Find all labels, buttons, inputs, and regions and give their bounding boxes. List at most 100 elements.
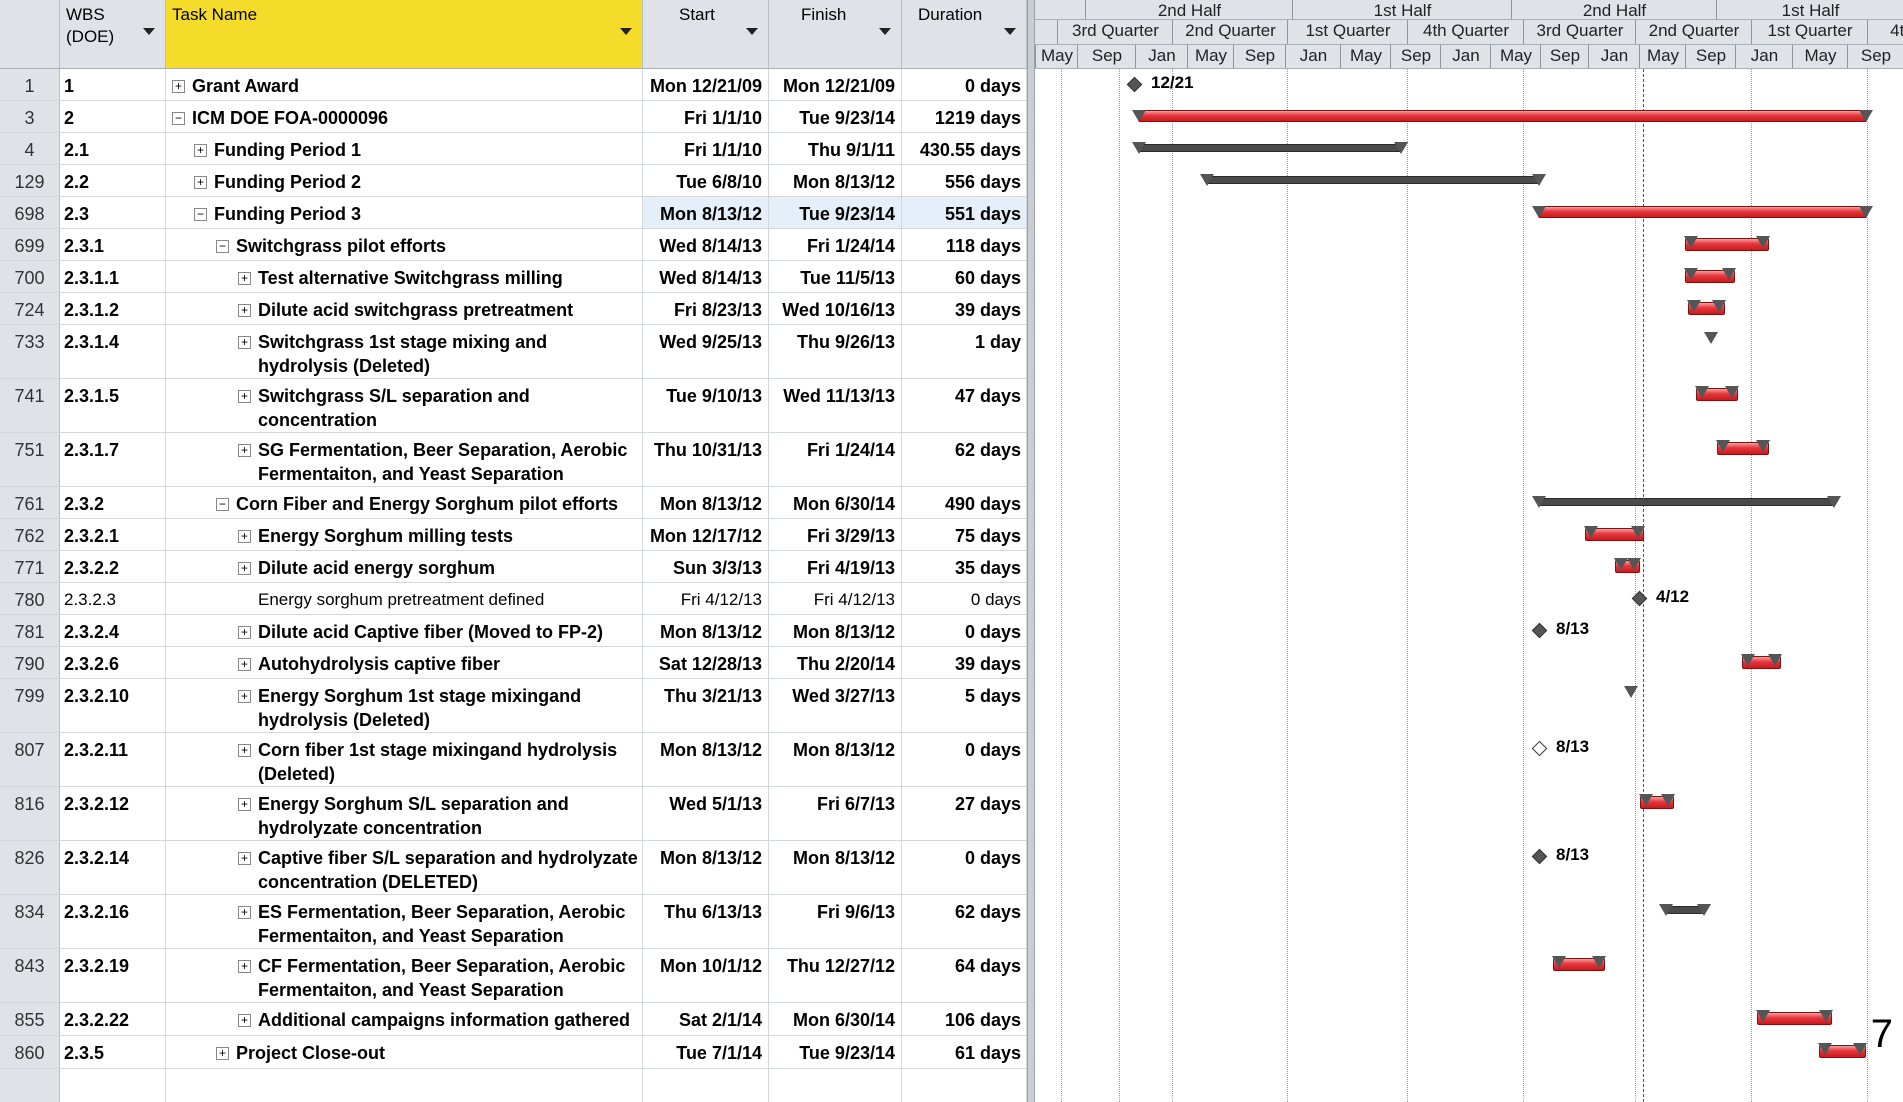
- row-id[interactable]: 762: [0, 519, 60, 550]
- summary-bar-funding-period-3-end-cap[interactable]: [1859, 206, 1873, 218]
- task-row-799[interactable]: 799 2.3.2.10 + Energy Sorghum 1st stage …: [0, 679, 1027, 733]
- finish-cell[interactable]: Tue 9/23/14: [769, 1036, 902, 1068]
- row-id[interactable]: 816: [0, 787, 60, 840]
- view-splitter[interactable]: [1027, 0, 1035, 1102]
- task-row-816[interactable]: 816 2.3.2.12 + Energy Sorghum S/L separa…: [0, 787, 1027, 841]
- task-name-filter-dropdown-icon[interactable]: [620, 28, 632, 35]
- finish-cell[interactable]: Thu 12/27/12: [769, 949, 902, 1002]
- finish-cell[interactable]: Fri 4/19/13: [769, 551, 902, 582]
- expand-icon[interactable]: +: [238, 852, 251, 865]
- task-name-cell[interactable]: + Energy Sorghum 1st stage mixingand hyd…: [166, 679, 643, 732]
- duration-cell[interactable]: 61 days: [902, 1036, 1027, 1068]
- task-name-cell[interactable]: + Switchgrass 1st stage mixing and hydro…: [166, 325, 643, 378]
- task-name-cell[interactable]: + Corn fiber 1st stage mixingand hydroly…: [166, 733, 643, 786]
- summary-bar-funding-period-2-end-cap[interactable]: [1532, 174, 1546, 186]
- wbs-cell[interactable]: 2.3.2: [60, 487, 166, 518]
- finish-cell[interactable]: Tue 11/5/13: [769, 261, 902, 292]
- task-bar-751-start-cap[interactable]: [1716, 440, 1730, 452]
- finish-cell[interactable]: Tue 9/23/14: [769, 197, 902, 228]
- task-name-cell[interactable]: − ICM DOE FOA-0000096: [166, 101, 643, 132]
- column-header-wbs[interactable]: WBS (DOE): [60, 0, 166, 69]
- finish-cell[interactable]: Mon 8/13/12: [769, 165, 902, 196]
- row-id[interactable]: 855: [0, 1003, 60, 1035]
- row-id-header[interactable]: [0, 0, 60, 69]
- expand-icon[interactable]: +: [238, 960, 251, 973]
- task-row-751[interactable]: 751 2.3.1.7 + SG Fermentation, Beer Sepa…: [0, 433, 1027, 487]
- task-row-807[interactable]: 807 2.3.2.11 + Corn fiber 1st stage mixi…: [0, 733, 1027, 787]
- row-id[interactable]: 129: [0, 165, 60, 196]
- task-row-129[interactable]: 129 2.2 + Funding Period 2 Tue 6/8/10 Mo…: [0, 165, 1027, 197]
- wbs-cell[interactable]: 2.3.2.14: [60, 841, 166, 894]
- expand-icon[interactable]: +: [238, 390, 251, 403]
- task-bar-700-end-cap[interactable]: [1722, 268, 1736, 280]
- summary-bar-funding-period-1-start-cap[interactable]: [1132, 142, 1146, 154]
- summary-bar-icm[interactable]: [1138, 110, 1867, 122]
- finish-cell[interactable]: Fri 1/24/14: [769, 229, 902, 260]
- duration-cell[interactable]: 0 days: [902, 841, 1027, 894]
- task-row-781[interactable]: 781 2.3.2.4 + Dilute acid Captive fiber …: [0, 615, 1027, 647]
- wbs-cell[interactable]: 2.3.1.1: [60, 261, 166, 292]
- wbs-cell[interactable]: 2.3.2.11: [60, 733, 166, 786]
- task-row-780[interactable]: 780 2.3.2.3 Energy sorghum pretreatment …: [0, 583, 1027, 615]
- task-bar-771-end-cap[interactable]: [1627, 558, 1641, 570]
- duration-cell[interactable]: 62 days: [902, 433, 1027, 486]
- wbs-cell[interactable]: 2.3.2.16: [60, 895, 166, 948]
- wbs-cell[interactable]: 2.3.1: [60, 229, 166, 260]
- row-id[interactable]: 780: [0, 583, 60, 614]
- milestone-781[interactable]: [1531, 622, 1548, 639]
- wbs-cell[interactable]: 2.3: [60, 197, 166, 228]
- wbs-cell[interactable]: 1: [60, 69, 166, 100]
- start-cell[interactable]: Sat 12/28/13: [643, 647, 769, 678]
- task-row-733[interactable]: 733 2.3.1.4 + Switchgrass 1st stage mixi…: [0, 325, 1027, 379]
- start-cell[interactable]: Mon 12/21/09: [643, 69, 769, 100]
- start-cell[interactable]: Fri 1/1/10: [643, 133, 769, 164]
- row-id[interactable]: 733: [0, 325, 60, 378]
- task-bar-762-start-cap[interactable]: [1584, 526, 1598, 538]
- row-id[interactable]: 860: [0, 1036, 60, 1068]
- row-id[interactable]: 826: [0, 841, 60, 894]
- task-bar-855-end-cap[interactable]: [1819, 1010, 1833, 1022]
- start-cell[interactable]: Mon 12/17/12: [643, 519, 769, 550]
- summary-bar-icm-start-cap[interactable]: [1132, 110, 1146, 122]
- finish-cell[interactable]: Mon 6/30/14: [769, 1003, 902, 1035]
- task-row-761[interactable]: 761 2.3.2 − Corn Fiber and Energy Sorghu…: [0, 487, 1027, 519]
- start-cell[interactable]: Tue 6/8/10: [643, 165, 769, 196]
- duration-filter-dropdown-icon[interactable]: [1004, 28, 1016, 35]
- expand-icon[interactable]: +: [238, 744, 251, 757]
- finish-cell[interactable]: Fri 9/6/13: [769, 895, 902, 948]
- expand-icon[interactable]: +: [238, 562, 251, 575]
- duration-cell[interactable]: 0 days: [902, 583, 1027, 614]
- task-row-790[interactable]: 790 2.3.2.6 + Autohydrolysis captive fib…: [0, 647, 1027, 679]
- task-bar-860-start-cap[interactable]: [1818, 1043, 1832, 1055]
- row-id[interactable]: 698: [0, 197, 60, 228]
- duration-cell[interactable]: 60 days: [902, 261, 1027, 292]
- wbs-cell[interactable]: 2.3.2.4: [60, 615, 166, 646]
- start-cell[interactable]: Mon 8/13/12: [643, 487, 769, 518]
- task-bar-790-end-cap[interactable]: [1768, 654, 1782, 666]
- task-row-4[interactable]: 4 2.1 + Funding Period 1 Fri 1/1/10 Thu …: [0, 133, 1027, 165]
- task-bar-733-marker[interactable]: [1704, 332, 1718, 344]
- task-name-cell[interactable]: + Energy Sorghum milling tests: [166, 519, 643, 550]
- task-name-cell[interactable]: − Switchgrass pilot efforts: [166, 229, 643, 260]
- finish-cell[interactable]: Wed 10/16/13: [769, 293, 902, 324]
- collapse-icon[interactable]: −: [216, 240, 229, 253]
- task-bar-724-start-cap[interactable]: [1687, 300, 1701, 312]
- expand-icon[interactable]: +: [238, 530, 251, 543]
- duration-cell[interactable]: 39 days: [902, 293, 1027, 324]
- summary-bar-funding-period-3[interactable]: [1538, 206, 1867, 218]
- task-name-cell[interactable]: + Project Close-out: [166, 1036, 643, 1068]
- summary-bar-funding-period-2[interactable]: [1206, 176, 1540, 184]
- duration-cell[interactable]: 490 days: [902, 487, 1027, 518]
- start-cell[interactable]: Thu 3/21/13: [643, 679, 769, 732]
- column-header-start[interactable]: Start: [643, 0, 769, 69]
- row-id[interactable]: 699: [0, 229, 60, 260]
- milestone-grant-award[interactable]: [1126, 76, 1143, 93]
- task-row-834[interactable]: 834 2.3.2.16 + ES Fermentation, Beer Sep…: [0, 895, 1027, 949]
- start-cell[interactable]: Fri 1/1/10: [643, 101, 769, 132]
- task-row-724[interactable]: 724 2.3.1.2 + Dilute acid switchgrass pr…: [0, 293, 1027, 325]
- finish-filter-dropdown-icon[interactable]: [879, 28, 891, 35]
- duration-cell[interactable]: 1 day: [902, 325, 1027, 378]
- task-name-cell[interactable]: + Autohydrolysis captive fiber: [166, 647, 643, 678]
- task-bar-741-start-cap[interactable]: [1695, 386, 1709, 398]
- row-id[interactable]: 790: [0, 647, 60, 678]
